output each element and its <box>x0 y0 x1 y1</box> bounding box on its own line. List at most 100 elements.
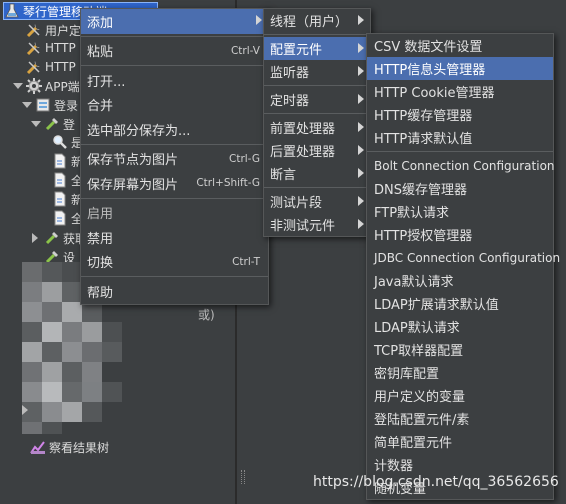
menu-item-tcp-sampler-config[interactable]: TCP取样器配置 <box>367 338 553 361</box>
menu-item-paste[interactable]: 粘贴 Ctrl-V <box>81 39 268 64</box>
menu-item-config-element[interactable]: 配置元件 <box>264 37 370 60</box>
collapse-arrow-icon[interactable] <box>32 233 38 243</box>
menu-item-pre-processor[interactable]: 前置处理器 <box>264 116 370 139</box>
menu-separator <box>81 143 268 145</box>
tree-node[interactable]: HTTP <box>26 39 76 57</box>
config-element-submenu[interactable]: CSV 数据文件设置 HTTP信息头管理器 HTTP Cookie管理器 HTT… <box>366 33 560 500</box>
menu-item-dns-cache-manager[interactable]: DNS缓存管理器 <box>367 177 553 200</box>
controller-icon <box>35 97 51 113</box>
menu-item-http-auth-manager[interactable]: HTTP授权管理器 <box>367 223 553 246</box>
chart-icon <box>30 439 46 455</box>
menu-separator <box>264 85 370 86</box>
document-icon <box>52 191 68 207</box>
document-icon <box>52 210 68 226</box>
wrench-icon <box>26 40 42 56</box>
menu-item-ldap-defaults[interactable]: LDAP默认请求 <box>367 315 553 338</box>
menu-item-add[interactable]: 添加 <box>81 9 268 34</box>
submenu-arrow-icon <box>358 43 364 53</box>
wrench-icon <box>26 22 42 38</box>
tree-node[interactable]: 新 <box>52 152 83 170</box>
tree-node-label: HTTP <box>45 60 76 74</box>
menu-item-java-defaults[interactable]: Java默认请求 <box>367 269 553 292</box>
document-icon <box>52 172 68 188</box>
menu-item-threads[interactable]: 线程（用户） <box>264 9 370 32</box>
tree-node[interactable]: 全 <box>52 209 83 227</box>
menu-item-save-screen-image[interactable]: 保存屏幕为图片 Ctrl+Shift-G <box>81 171 268 196</box>
menu-item-keystore-config[interactable]: 密钥库配置 <box>367 361 553 384</box>
menu-separator <box>264 187 370 188</box>
menu-item-assertion[interactable]: 断言 <box>264 162 370 185</box>
menu-item-non-test-element[interactable]: 非测试元件 <box>264 213 370 236</box>
tree-node-label: 登录 <box>54 98 79 113</box>
document-icon <box>52 153 68 169</box>
tree-node-thread-group[interactable]: APP端 <box>26 77 80 95</box>
tree-node[interactable]: 新 <box>52 190 83 208</box>
tree-node-label: 登 <box>63 117 76 132</box>
menu-item-ldap-extended-defaults[interactable]: LDAP扩展请求默认值 <box>367 292 553 315</box>
divider-grip-icon <box>241 470 245 484</box>
tree-node-label: HTTP <box>45 41 76 55</box>
submenu-arrow-icon <box>358 219 364 229</box>
menu-separator <box>81 35 268 37</box>
menu-item-test-fragment[interactable]: 测试片段 <box>264 190 370 213</box>
dropper-icon <box>44 230 60 246</box>
menu-item-http-header-manager[interactable]: HTTP信息头管理器 <box>367 57 553 80</box>
tree-node[interactable]: 登录 <box>35 96 78 114</box>
tree-node-label: APP端 <box>45 79 80 94</box>
gear-icon <box>26 78 42 94</box>
submenu-arrow-icon <box>358 196 364 206</box>
tree-node-view-results[interactable]: 察看结果树 <box>30 438 109 456</box>
menu-separator <box>81 197 268 199</box>
dropper-icon <box>44 116 60 132</box>
shortcut-label: Ctrl-G <box>229 152 260 165</box>
magnifier-icon <box>52 134 68 150</box>
expand-arrow-icon[interactable] <box>31 121 41 127</box>
submenu-arrow-icon <box>358 122 364 132</box>
menu-item-timer[interactable]: 定时器 <box>264 88 370 111</box>
tree-node[interactable]: 全 <box>52 171 83 189</box>
menu-item-csv-data-set[interactable]: CSV 数据文件设置 <box>367 34 553 57</box>
tree-node-label: 用户定 <box>45 23 82 38</box>
menu-item-bolt-connection[interactable]: Bolt Connection Configuration <box>367 154 555 177</box>
menu-item-save-selection[interactable]: 选中部分保存为... <box>81 117 268 142</box>
expand-arrow-icon[interactable] <box>22 102 32 108</box>
menu-item-counter[interactable]: 计数器 <box>367 453 553 476</box>
tree-node[interactable]: 是 <box>52 133 83 151</box>
menu-item-http-request-defaults[interactable]: HTTP请求默认值 <box>367 126 553 149</box>
collapse-arrow-icon[interactable] <box>22 405 28 415</box>
menu-item-http-cookie-manager[interactable]: HTTP Cookie管理器 <box>367 80 553 103</box>
menu-item-listener[interactable]: 监听器 <box>264 60 370 83</box>
submenu-arrow-icon <box>358 145 364 155</box>
menu-separator <box>81 276 268 277</box>
submenu-arrow-icon <box>358 15 364 25</box>
menu-separator <box>264 34 370 35</box>
menu-item-save-node-image[interactable]: 保存节点为图片 Ctrl-G <box>81 147 268 172</box>
context-menu[interactable]: 添加 粘贴 Ctrl-V 打开... 合并 选中部分保存为... 保存节点为图片… <box>80 8 269 305</box>
blurred-text: 或) <box>198 307 215 322</box>
menu-item-open[interactable]: 打开... <box>81 68 268 93</box>
menu-item-disable[interactable]: 禁用 <box>81 225 268 250</box>
tree-node[interactable]: HTTP <box>26 58 76 76</box>
menu-item-simple-config[interactable]: 简单配置元件 <box>367 430 553 453</box>
watermark-text: https://blog.csdn.net/qq_36562656 <box>313 474 559 490</box>
menu-item-http-cache-manager[interactable]: HTTP缓存管理器 <box>367 103 553 126</box>
menu-item-ftp-defaults[interactable]: FTP默认请求 <box>367 200 553 223</box>
tree-node[interactable]: 用户定 <box>26 21 81 39</box>
submenu-arrow-icon <box>358 66 364 76</box>
menu-item-help[interactable]: 帮助 <box>81 279 268 304</box>
submenu-arrow-icon <box>358 94 364 104</box>
test-plan-icon <box>4 3 20 19</box>
menu-separator <box>367 151 553 152</box>
expand-arrow-icon[interactable] <box>13 83 23 89</box>
menu-item-login-config[interactable]: 登陆配置元件/素 <box>367 407 553 430</box>
add-submenu[interactable]: 线程（用户） 配置元件 监听器 定时器 前置处理器 后置处理器 断言 测试片段 … <box>263 8 371 237</box>
menu-item-enable[interactable]: 启用 <box>81 201 268 226</box>
shortcut-label: Ctrl+Shift-G <box>196 177 260 190</box>
menu-item-jdbc-connection[interactable]: JDBC Connection Configuration <box>367 246 560 269</box>
shortcut-label: Ctrl-T <box>232 255 260 268</box>
tree-node[interactable]: 登 <box>44 115 75 133</box>
menu-item-post-processor[interactable]: 后置处理器 <box>264 139 370 162</box>
menu-item-toggle[interactable]: 切换 Ctrl-T <box>81 250 268 275</box>
menu-item-merge[interactable]: 合并 <box>81 93 268 118</box>
menu-item-user-defined-variables[interactable]: 用户定义的变量 <box>367 384 553 407</box>
